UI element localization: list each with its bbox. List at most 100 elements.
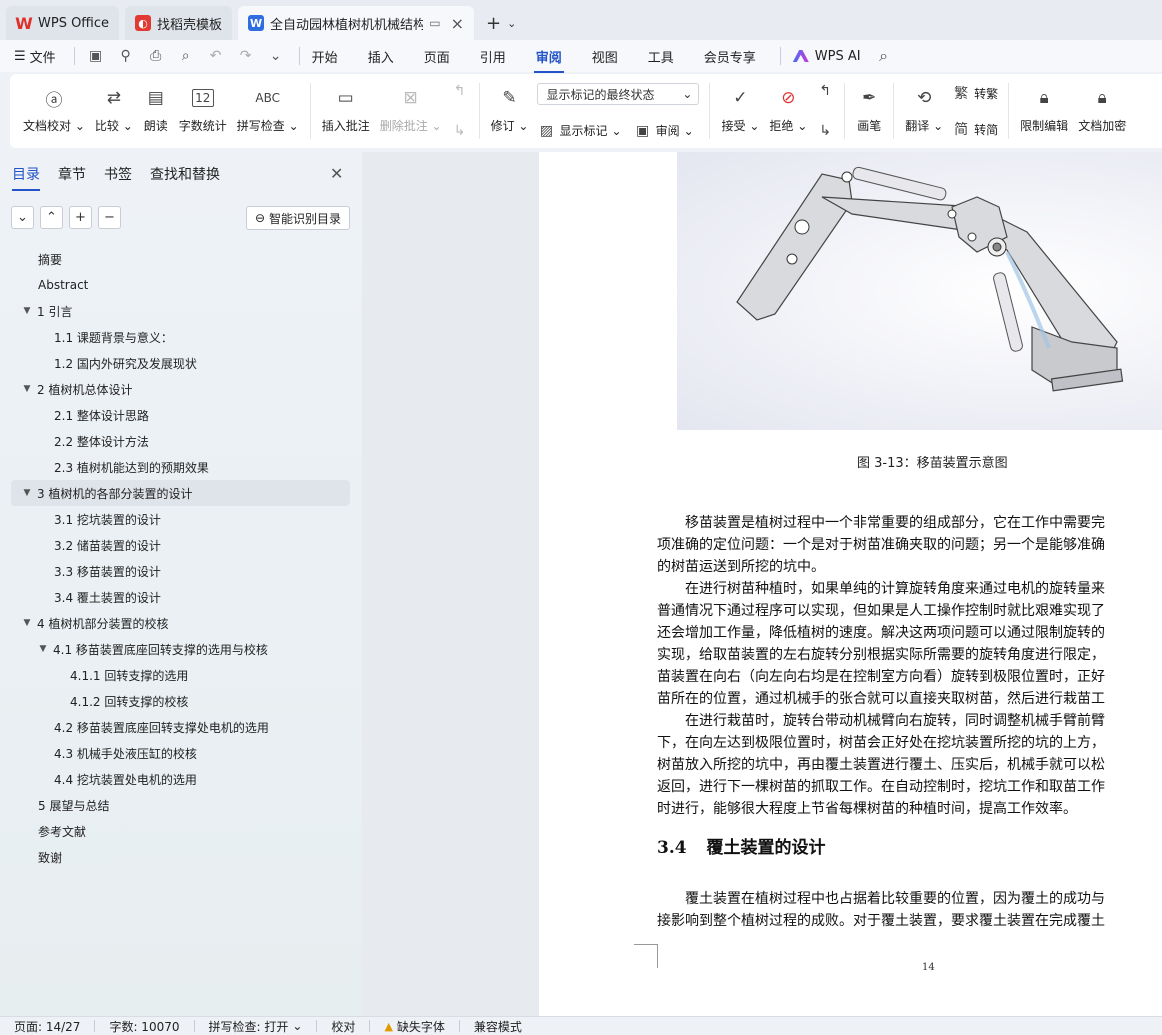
toc-item-label: 3.1 挖坑装置的设计: [54, 512, 161, 527]
collapse-triangle-icon[interactable]: ▼: [37, 644, 49, 654]
reject-button[interactable]: ⊘ 拒绝 ⌄: [769, 81, 807, 141]
save-icon[interactable]: ▣: [87, 47, 105, 65]
collapse-triangle-icon[interactable]: ▼: [21, 384, 33, 394]
toc-item[interactable]: 3.4 覆土装置的设计: [11, 584, 350, 610]
toc-item[interactable]: 3.1 挖坑装置的设计: [11, 506, 350, 532]
collapse-triangle-icon[interactable]: ▼: [21, 618, 33, 628]
next-comment-icon[interactable]: ↳: [451, 123, 469, 139]
track-changes-button[interactable]: ✎ 修订 ⌄: [491, 81, 529, 141]
toc-item[interactable]: 5 展望与总结: [11, 792, 350, 818]
menu-view[interactable]: 视图: [592, 47, 618, 66]
menu-tools[interactable]: 工具: [648, 47, 674, 66]
toc-item[interactable]: 4.4 挖坑装置处电机的选用: [11, 766, 350, 792]
toc-item[interactable]: 3.2 储苗装置的设计: [11, 532, 350, 558]
toc-item[interactable]: 1.1 课题背景与意义：: [11, 324, 350, 350]
nav-tab-chapters[interactable]: 章节: [58, 164, 86, 184]
toc-item[interactable]: 摘要: [11, 246, 350, 272]
toc-item[interactable]: 3.3 移苗装置的设计: [11, 558, 350, 584]
toc-item[interactable]: 4.3 机械手处液压缸的校核: [11, 740, 350, 766]
undo-icon[interactable]: ↶: [207, 47, 225, 65]
toc-item[interactable]: ▼ 3 植树机的各部分装置的设计: [11, 480, 350, 506]
expand-down-button[interactable]: ⌄: [11, 206, 34, 229]
page-indicator[interactable]: 页面: 14/27: [14, 1018, 80, 1035]
chevron-down-icon[interactable]: ⌄: [507, 17, 516, 30]
search-icon[interactable]: ⌕: [875, 46, 893, 65]
compare-button[interactable]: ⇄ 比较 ⌄: [95, 81, 133, 141]
menu-review[interactable]: 审阅: [533, 47, 564, 73]
print-icon[interactable]: ⎙: [147, 47, 165, 65]
to-traditional-button[interactable]: 繁 转繁: [952, 83, 998, 103]
text-line: 时进行，能够很大程度上节省每棵树苗的种植时间，提高工作效率。: [657, 801, 1077, 817]
restrict-edit-button[interactable]: 🔒︎ 限制编辑: [1020, 81, 1068, 141]
collapse-triangle-icon[interactable]: ▼: [21, 488, 33, 498]
window-icon[interactable]: ▭: [429, 16, 440, 30]
smart-toc-button[interactable]: ⊖ 智能识别目录: [246, 206, 350, 230]
nav-tab-toc[interactable]: 目录: [12, 164, 40, 191]
collapse-triangle-icon[interactable]: ▼: [21, 306, 33, 316]
to-simplified-button[interactable]: 简 转简: [952, 119, 998, 139]
nav-tab-bookmarks[interactable]: 书签: [104, 164, 132, 184]
toc-item[interactable]: 4.2 移苗装置底座回转支撑处电机的选用: [11, 714, 350, 740]
encrypt-button[interactable]: 🔒︎ 文档加密: [1078, 81, 1126, 141]
doc-proof-button[interactable]: ⓐ 文档校对 ⌄: [23, 81, 85, 141]
toc-item[interactable]: ▼ 4.1 移苗装置底座回转支撑的选用与校核: [11, 636, 350, 662]
collapse-up-button[interactable]: ⌃: [40, 206, 63, 229]
print-preview-icon[interactable]: ⌕: [177, 47, 195, 65]
file-menu[interactable]: ☰ 文件: [14, 47, 56, 66]
menu-insert[interactable]: 插入: [368, 47, 394, 66]
add-heading-button[interactable]: +: [69, 206, 92, 229]
spell-check-button[interactable]: ABC 拼写检查 ⌄: [237, 81, 299, 141]
text-line: 在进行树苗种植时，如果单纯的计算旋转角度来通过电机的旋转量来: [685, 581, 1105, 597]
review-pane-button[interactable]: ▣ 审阅 ⌄: [634, 122, 694, 139]
tab-current-document[interactable]: W 全自动园林植树机机械结构设 ▭ ×: [238, 6, 475, 40]
insert-comment-button[interactable]: ▭ 插入批注: [322, 81, 370, 141]
menu-start[interactable]: 开始: [312, 47, 338, 66]
document-area[interactable]: 图 3-13：移苗装置示意图 移苗装置是植树过程中一个非常重要的组成部分，它在工…: [362, 152, 1162, 1016]
toc-item[interactable]: ▼ 2 植树机总体设计: [11, 376, 350, 402]
remove-heading-button[interactable]: −: [98, 206, 121, 229]
missing-font-indicator[interactable]: ▲ 缺失字体: [384, 1018, 444, 1035]
close-tab-icon[interactable]: ×: [451, 14, 464, 33]
show-markup-button[interactable]: ▨ 显示标记 ⌄: [537, 122, 622, 139]
toc-item[interactable]: ▼ 4 植树机部分装置的校核: [11, 610, 350, 636]
redo-icon[interactable]: ↷: [237, 47, 255, 65]
spell-check-indicator[interactable]: 拼写检查: 打开 ⌄: [209, 1018, 303, 1035]
accept-button[interactable]: ✓ 接受 ⌄: [721, 81, 759, 141]
nav-tab-find-replace[interactable]: 查找和替换: [150, 164, 220, 184]
status-bar: 页面: 14/27 字数: 10070 拼写检查: 打开 ⌄ 校对 ▲ 缺失字体 兼…: [0, 1016, 1162, 1035]
markup-state-select[interactable]: 显示标记的最终状态 ⌄: [537, 83, 700, 105]
proof-indicator[interactable]: 校对: [331, 1018, 355, 1035]
toc-item[interactable]: 参考文献: [11, 818, 350, 844]
menu-reference[interactable]: 引用: [480, 47, 506, 66]
close-icon[interactable]: ✕: [330, 164, 343, 183]
pen-button[interactable]: ✒ 画笔: [856, 81, 882, 141]
document-page[interactable]: 图 3-13：移苗装置示意图 移苗装置是植树过程中一个非常重要的组成部分，它在工…: [539, 152, 1162, 1016]
wps-ai-button[interactable]: WPS AI: [792, 49, 861, 64]
read-aloud-button[interactable]: ▤ 朗读: [143, 81, 169, 141]
word-count-indicator[interactable]: 字数: 10070: [109, 1018, 179, 1035]
toc-item[interactable]: 2.3 植树机能达到的预期效果: [11, 454, 350, 480]
margin-marker: [657, 944, 658, 968]
tab-label: 全自动园林植树机机械结构设: [270, 17, 424, 33]
tab-wps-office[interactable]: W WPS Office: [6, 6, 120, 40]
new-tab-button[interactable]: + ⌄: [480, 6, 522, 40]
toc-item[interactable]: 2.1 整体设计思路: [11, 402, 350, 428]
toc-item[interactable]: 1.2 国内外研究及发展现状: [11, 350, 350, 376]
toc-item[interactable]: Abstract: [11, 272, 350, 298]
toc-item[interactable]: ▼ 1 引言: [11, 298, 350, 324]
share-icon[interactable]: ⚲: [117, 47, 135, 65]
delete-comment-button[interactable]: ⊠ 删除批注 ⌄: [380, 81, 442, 141]
previous-change-icon[interactable]: ↰: [816, 83, 834, 99]
menu-member[interactable]: 会员专享: [704, 47, 756, 66]
next-change-icon[interactable]: ↳: [816, 123, 834, 139]
toc-item[interactable]: 2.2 整体设计方法: [11, 428, 350, 454]
translate-button[interactable]: ⟲ 翻译 ⌄: [905, 81, 943, 141]
word-count-button[interactable]: 12 字数统计: [179, 81, 227, 141]
quick-access-dropdown-icon[interactable]: ⌄: [267, 47, 285, 65]
toc-item[interactable]: 4.1.1 回转支撑的选用: [11, 662, 350, 688]
menu-page[interactable]: 页面: [424, 47, 450, 66]
previous-comment-icon[interactable]: ↰: [451, 83, 469, 99]
tab-docer-templates[interactable]: ◐ 找稻壳模板: [125, 6, 233, 40]
toc-item[interactable]: 致谢: [11, 844, 350, 870]
toc-item[interactable]: 4.1.2 回转支撑的校核: [11, 688, 350, 714]
